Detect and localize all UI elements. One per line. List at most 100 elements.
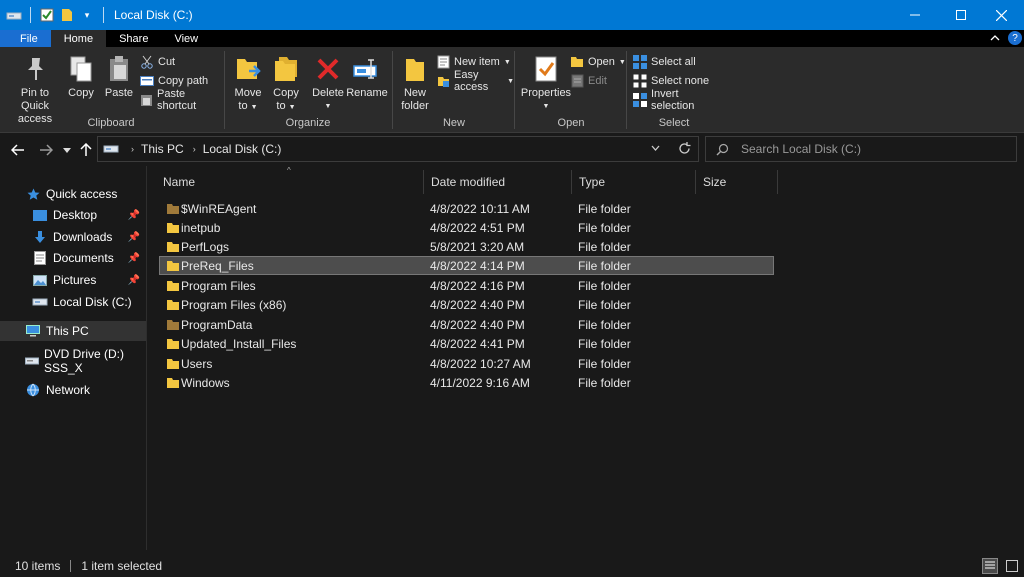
copy-path-icon [140, 74, 154, 88]
refresh-icon [679, 142, 691, 154]
column-header-name[interactable]: Name [155, 170, 423, 194]
table-row[interactable]: Users 4/8/2022 10:27 AM File folder [159, 354, 774, 373]
nav-network[interactable]: Network [0, 380, 146, 400]
move-to-button[interactable]: Move to ▼ [232, 53, 264, 114]
properties-button[interactable]: Properties ▼ [520, 53, 572, 113]
tab-share[interactable]: Share [106, 30, 161, 47]
title-bar: ▾ Local Disk (C:) [0, 0, 1024, 30]
table-row-selected[interactable]: PreReq_Files 4/8/2022 4:14 PM File folde… [159, 256, 774, 275]
table-row[interactable]: $WinREAgent 4/8/2022 10:11 AM File folde… [159, 199, 774, 218]
close-button[interactable] [978, 0, 1024, 30]
pin-to-quick-access-button[interactable]: Pin to Quick access [6, 53, 64, 126]
breadcrumb-this-pc[interactable]: This PC [141, 142, 184, 156]
invert-selection-button[interactable]: Invert selection [633, 88, 720, 112]
nav-dvd-drive[interactable]: DVD Drive (D:) SSS_X [0, 347, 146, 375]
easy-access-button[interactable]: Easy access ▼ [436, 69, 514, 93]
arrow-left-icon [11, 144, 24, 156]
table-row[interactable]: Updated_Install_Files 4/8/2022 4:41 PM F… [159, 334, 774, 353]
forward-button[interactable] [36, 141, 56, 159]
column-header-type[interactable]: Type [571, 170, 695, 194]
column-header-size[interactable]: Size [695, 170, 777, 194]
pin-icon[interactable]: 📌 [128, 253, 140, 264]
copy-to-button[interactable]: Copy to ▼ [270, 53, 302, 114]
address-history-button[interactable] [651, 145, 660, 151]
chevron-up-icon [990, 35, 1000, 41]
open-button[interactable]: Open ▼ [570, 53, 626, 71]
nav-documents[interactable]: Documents 📌 [0, 248, 146, 268]
delete-button[interactable]: Delete ▼ [312, 53, 344, 113]
tab-view[interactable]: View [161, 30, 211, 47]
new-folder-icon[interactable] [59, 7, 75, 23]
pin-icon[interactable]: 📌 [128, 275, 140, 286]
column-divider[interactable] [777, 170, 778, 194]
dropdown-arrow-icon: ▼ [618, 58, 626, 66]
status-bar: 10 items 1 item selected [0, 555, 1024, 577]
nav-local-disk[interactable]: Local Disk (C:) [0, 292, 146, 312]
collapse-ribbon-button[interactable] [988, 31, 1002, 45]
dvd-drive-icon [25, 353, 39, 369]
help-icon[interactable]: ? [1008, 31, 1022, 45]
select-none-icon [633, 74, 647, 88]
column-header-date[interactable]: Date modified [423, 170, 571, 194]
status-separator [70, 560, 72, 572]
paste-shortcut-button[interactable]: Paste shortcut [140, 88, 222, 112]
paste-icon [104, 53, 134, 85]
pin-icon[interactable]: 📌 [128, 210, 140, 221]
rename-button[interactable]: Rename [346, 53, 388, 100]
table-row[interactable]: Program Files 4/8/2022 4:16 PM File fold… [159, 276, 774, 295]
up-button[interactable] [78, 141, 94, 159]
group-separator [514, 51, 515, 129]
paste-button[interactable]: Paste [104, 53, 134, 100]
dropdown-arrow-icon: ▼ [507, 77, 514, 85]
minimize-button[interactable] [892, 0, 938, 30]
nav-this-pc[interactable]: This PC [0, 321, 146, 341]
edit-button[interactable]: Edit [570, 72, 607, 90]
selection-count: 1 item selected [81, 559, 163, 573]
file-explorer-window: ▾ Local Disk (C:) File Home Share View ? [0, 0, 1024, 577]
refresh-button[interactable] [678, 142, 691, 155]
dropdown-arrow-icon: ▼ [503, 58, 511, 66]
network-icon [25, 382, 41, 398]
organize-group: Move to ▼ Copy to ▼ Delete ▼ Rename Orga… [226, 47, 390, 133]
breadcrumb-separator-icon[interactable]: › [193, 144, 196, 154]
pin-icon[interactable]: 📌 [128, 232, 140, 243]
recent-locations-button[interactable] [60, 141, 74, 159]
breadcrumb-local-disk[interactable]: Local Disk (C:) [203, 142, 282, 156]
easy-access-icon [436, 74, 450, 88]
tab-file[interactable]: File [0, 30, 51, 47]
nav-downloads[interactable]: Downloads 📌 [0, 227, 146, 247]
folder-icon [167, 241, 179, 252]
select-group-label: Select [658, 117, 690, 129]
large-icons-view-button[interactable] [1004, 558, 1020, 574]
select-all-button[interactable]: Select all [633, 53, 696, 71]
table-row[interactable]: Windows 4/11/2022 9:16 AM File folder [159, 373, 774, 392]
search-box[interactable]: Search Local Disk (C:) [705, 136, 1017, 162]
group-separator [392, 51, 393, 129]
new-folder-icon [400, 53, 430, 85]
customize-toolbar-icon[interactable]: ▾ [79, 7, 95, 23]
tab-home[interactable]: Home [50, 30, 107, 47]
address-bar[interactable]: › This PC › Local Disk (C:) [97, 136, 699, 162]
back-button[interactable] [8, 141, 28, 159]
folder-icon [167, 358, 179, 369]
group-separator [626, 51, 627, 129]
breadcrumb-separator-icon[interactable]: › [131, 144, 134, 154]
new-folder-button[interactable]: New folder [398, 53, 432, 113]
details-view-button[interactable] [982, 558, 998, 574]
new-item-icon [436, 55, 450, 69]
drive-icon[interactable] [6, 7, 22, 23]
nav-pictures[interactable]: Pictures 📌 [0, 270, 146, 290]
new-group: New folder New item ▼ Easy access ▼ New [394, 47, 514, 133]
cut-button[interactable]: Cut [140, 53, 175, 71]
ribbon: Pin to Quick access Copy Paste Cut Copy … [0, 47, 1024, 133]
search-icon [716, 143, 729, 155]
nav-quick-access[interactable]: Quick access [0, 184, 146, 204]
table-row[interactable]: Program Files (x86) 4/8/2022 4:40 PM Fil… [159, 295, 774, 314]
copy-button[interactable]: Copy [66, 53, 96, 100]
table-row[interactable]: ProgramData 4/8/2022 4:40 PM File folder [159, 315, 774, 334]
properties-icon[interactable] [39, 7, 55, 23]
window-title: Local Disk (C:) [114, 8, 193, 22]
nav-desktop[interactable]: Desktop 📌 [0, 205, 146, 225]
table-row[interactable]: inetpub 4/8/2022 4:51 PM File folder [159, 218, 774, 237]
table-row[interactable]: PerfLogs 5/8/2021 3:20 AM File folder [159, 237, 774, 256]
